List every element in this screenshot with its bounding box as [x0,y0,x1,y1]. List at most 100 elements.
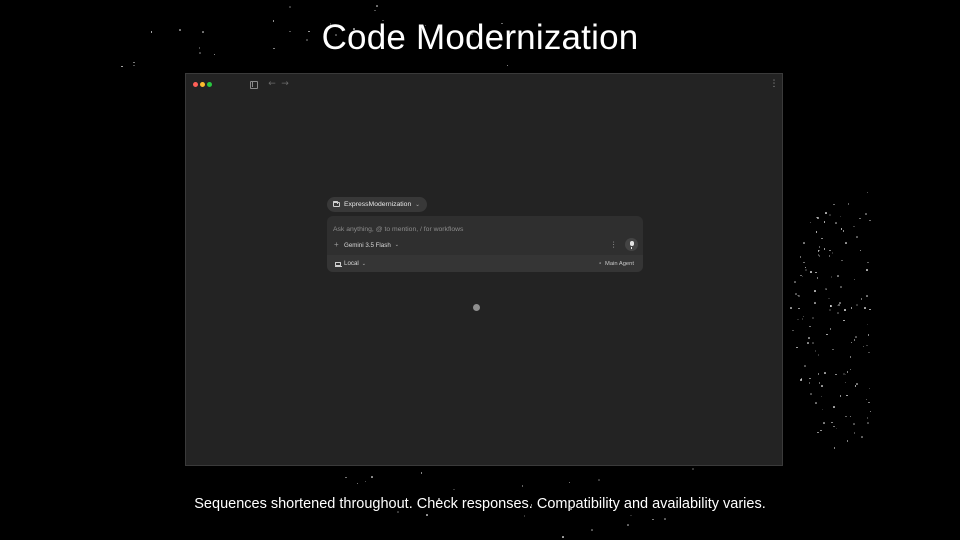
background-dot [798,307,800,310]
background-dot [812,342,814,344]
background-dot [866,417,869,419]
background-dot [562,536,564,538]
background-dot [866,323,869,326]
background-dot [817,250,820,252]
background-dot [803,242,806,244]
microphone-button[interactable] [625,238,638,251]
background-dot [816,216,818,219]
background-dot [521,485,524,487]
background-dot [821,237,823,240]
background-dot [840,286,843,288]
background-dot [845,415,847,418]
background-dot [837,275,839,277]
background-dot [627,524,629,526]
background-dot [809,325,811,328]
chevron-down-icon: ⌄ [415,201,420,208]
background-dot [862,345,865,348]
background-dot [810,393,812,395]
background-dot [374,9,376,12]
background-dot [833,425,835,428]
background-dot [838,304,840,306]
workspace-selector[interactable]: ExpressModernization ⌄ [327,197,427,212]
background-dot [814,290,816,293]
maximize-window-button[interactable] [207,82,212,87]
sidebar-toggle-icon[interactable] [247,77,261,91]
slide-title: Code Modernization [321,18,639,57]
arrow-right-icon[interactable]: → [278,77,292,91]
arrow-left-icon[interactable]: ← [265,77,279,91]
background-dot [856,383,858,385]
background-dot [370,476,373,478]
background-dot [854,385,857,387]
background-dot [825,288,827,290]
close-window-button[interactable] [193,82,198,87]
plus-icon[interactable]: + [334,240,339,250]
background-dot [836,311,839,314]
background-dot [121,65,123,68]
background-dot [823,221,826,223]
background-dot [790,307,792,309]
background-dot [847,203,850,206]
background-dot [853,338,856,341]
background-dot [652,518,654,521]
background-dot [809,221,812,224]
background-dot [853,225,855,228]
background-dot [453,488,455,491]
model-selector[interactable]: Gemini 3.5 Flash ⌄ [344,240,399,250]
background-dot [846,371,849,373]
background-dot [835,427,838,430]
background-dot [832,348,834,351]
background-dot [818,249,821,252]
background-dot [364,480,367,483]
background-dot [849,415,852,418]
background-dot [849,368,852,371]
background-dot [846,394,848,397]
background-dot [818,382,821,384]
background-dot [800,274,802,277]
background-dot [804,365,806,367]
background-dot [867,422,870,424]
background-dot [803,261,805,264]
prompt-input[interactable] [333,223,613,235]
background-dot [844,309,846,311]
background-dot [133,64,136,67]
environment-selector[interactable]: Local ⌄ [334,259,366,268]
background-dot [796,294,799,297]
more-vertical-icon[interactable]: ⋮ [767,77,781,91]
background-dot [866,191,869,194]
background-dot [825,212,827,214]
agent-icon: ⋆ [598,260,602,267]
background-dot [855,335,857,338]
background-dot [812,316,814,319]
background-dot [865,344,868,347]
background-dot [816,277,819,279]
background-dot [795,293,797,295]
background-dot [824,372,826,374]
background-dot [345,476,347,479]
background-dot [829,214,831,216]
background-dot [836,304,839,307]
background-dot [844,381,847,384]
background-dot [591,529,593,531]
background-dot [865,213,868,215]
cursor-indicator [473,304,480,311]
background-dot [807,342,809,345]
background-dot [792,329,794,332]
background-dot [868,401,870,404]
more-vertical-icon[interactable]: ⋮ [610,240,618,250]
chevron-down-icon: ⌄ [361,260,366,267]
agent-selector[interactable]: ⋆ Main Agent [598,259,634,268]
background-dot [856,236,858,238]
background-dot [865,398,868,401]
background-dot [420,472,423,474]
background-dot [825,288,828,291]
background-dot [598,479,601,481]
background-dot [814,302,816,305]
minimize-window-button[interactable] [200,82,205,87]
background-dot [840,228,843,230]
background-dot [808,382,811,384]
background-dot [818,255,821,257]
background-dot [132,61,135,64]
background-dot [821,385,823,387]
background-dot [868,387,871,390]
